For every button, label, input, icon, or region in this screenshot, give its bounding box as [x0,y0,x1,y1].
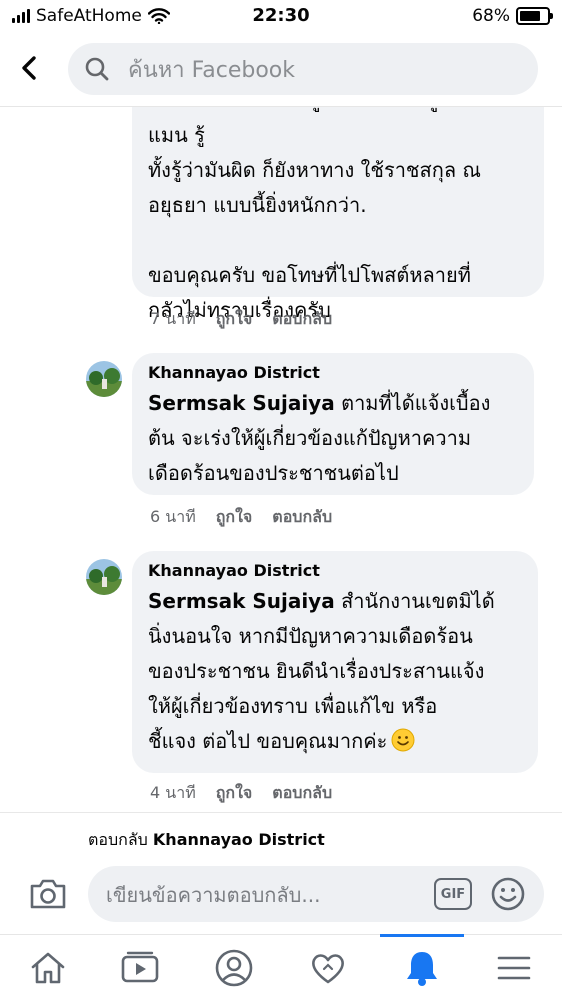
reply-input[interactable] [104,866,428,924]
comment-author[interactable]: Khannayao District [148,561,522,580]
battery-icon [516,7,553,25]
chevron-left-icon[interactable] [16,54,44,82]
comment-thread: แต่ถ้าเขาทำเป็นไม่รู้และทางฝ่ายดูแลเขาไม… [0,107,562,807]
comment-author[interactable]: Khannayao District [148,363,518,382]
comment-meta: 4 นาที ถูกใจ ตอบกลับ [150,781,332,806]
reply-button[interactable]: ตอบกลับ [272,307,332,332]
divider [0,812,562,813]
reply-composer[interactable]: GIF [88,866,544,924]
gif-button[interactable]: GIF [434,878,472,910]
smiley-emoji-icon [391,728,415,752]
search-icon [85,57,109,81]
bottom-tab-bar [0,934,562,1001]
comment-bubble: แต่ถ้าเขาทำเป็นไม่รู้และทางฝ่ายดูแลเขาไม… [132,107,544,322]
avatar[interactable] [86,361,122,397]
comment-bubble: Khannayao District Sermsak Sujaiya สำนัก… [132,551,538,773]
mention-link[interactable]: Sermsak Sujaiya [148,391,335,415]
comment-meta: 7 นาที ถูกใจ ตอบกลับ [150,307,332,332]
comment-bubble: Khannayao District Sermsak Sujaiya ตามที… [132,353,534,495]
like-button[interactable]: ถูกใจ [216,505,253,530]
search-input[interactable] [126,43,520,97]
video-play-icon [121,951,159,983]
status-bar: SafeAtHome 22:30 68% [0,0,562,34]
hamburger-icon [497,956,531,980]
smiley-icon[interactable] [490,876,526,912]
comment-meta: 6 นาที ถูกใจ ตอบกลับ [150,505,332,530]
avatar[interactable] [86,559,122,595]
reply-button[interactable]: ตอบกลับ [272,505,332,530]
search-bar[interactable] [68,43,538,97]
comment-time: 4 นาที [150,783,196,802]
heart-icon [312,954,344,984]
tab-profile[interactable] [194,935,274,1001]
battery-percent: 68% [472,6,510,26]
camera-icon[interactable] [28,876,68,912]
tab-menu[interactable] [474,935,554,1001]
like-button[interactable]: ถูกใจ [216,307,253,332]
tab-notifications[interactable] [382,935,462,1001]
bell-icon [407,952,437,986]
reply-context-label: ตอบกลับ Khannayao District [88,830,325,849]
mention-link[interactable]: Sermsak Sujaiya [148,589,335,613]
tab-home[interactable] [8,935,88,1001]
comment-time: 7 นาที [150,309,196,328]
tab-watch[interactable] [100,935,180,1001]
top-bar [0,40,562,107]
comment-time: 6 นาที [150,507,196,526]
profile-icon [215,949,253,987]
reply-button[interactable]: ตอบกลับ [272,781,332,806]
home-icon [31,952,65,984]
tab-dating[interactable] [288,935,368,1001]
like-button[interactable]: ถูกใจ [216,781,253,806]
